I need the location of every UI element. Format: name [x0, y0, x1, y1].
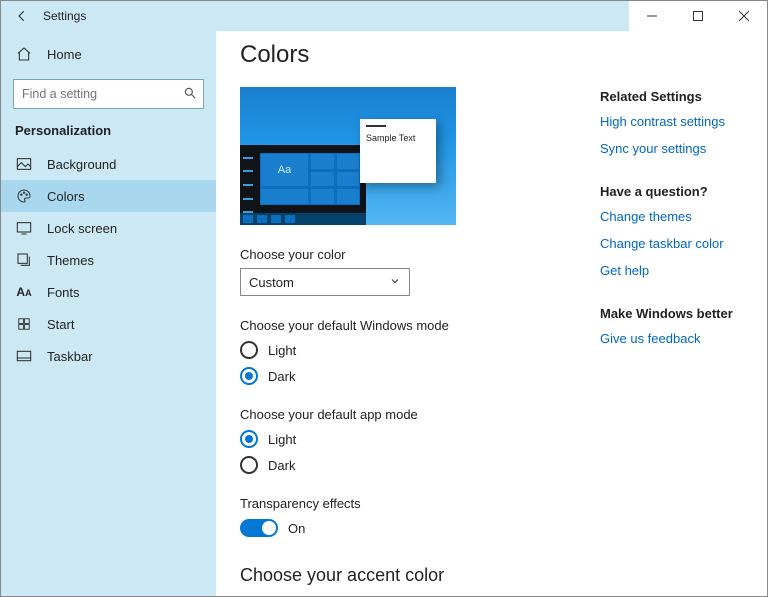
- link-get-help[interactable]: Get help: [600, 263, 749, 278]
- radio-icon: [240, 341, 258, 359]
- link-high-contrast[interactable]: High contrast settings: [600, 114, 749, 129]
- taskbar-icon: [15, 350, 33, 362]
- preview-window: Sample Text: [360, 119, 436, 183]
- radio-label: Dark: [268, 369, 295, 384]
- close-button[interactable]: [721, 1, 767, 31]
- picture-icon: [15, 157, 33, 171]
- sidebar-item-background[interactable]: Background: [1, 148, 216, 180]
- preview-sample-text: Sample Text: [366, 133, 415, 143]
- sidebar-item-themes[interactable]: Themes: [1, 244, 216, 276]
- windows-mode-label: Choose your default Windows mode: [240, 318, 570, 333]
- sidebar-home-label: Home: [47, 47, 82, 62]
- sidebar-section-label: Personalization: [1, 119, 216, 148]
- minimize-button[interactable]: [629, 1, 675, 31]
- transparency-toggle[interactable]: [240, 519, 278, 537]
- app-mode-label: Choose your default app mode: [240, 407, 570, 422]
- palette-icon: [15, 188, 33, 204]
- radio-label: Dark: [268, 458, 295, 473]
- sidebar-item-label: Themes: [47, 253, 94, 268]
- page-title: Colors: [240, 41, 749, 69]
- sidebar-home[interactable]: Home: [1, 37, 216, 71]
- choose-color-label: Choose your color: [240, 247, 570, 262]
- sidebar-item-colors[interactable]: Colors: [1, 180, 216, 212]
- sidebar-item-label: Background: [47, 157, 116, 172]
- related-heading: Related Settings: [600, 89, 749, 104]
- sidebar-item-label: Taskbar: [47, 349, 93, 364]
- preview-tile-aa: Aa: [260, 153, 309, 187]
- color-mode-select[interactable]: Custom: [240, 268, 410, 296]
- question-heading: Have a question?: [600, 184, 749, 199]
- fonts-icon: AA: [15, 285, 33, 299]
- color-preview: Aa Sample Text: [240, 87, 456, 225]
- maximize-button[interactable]: [675, 1, 721, 31]
- radio-icon: [240, 367, 258, 385]
- radio-icon: [240, 456, 258, 474]
- color-mode-value: Custom: [249, 275, 294, 290]
- search-input[interactable]: [13, 79, 204, 109]
- sidebar-item-start[interactable]: Start: [1, 308, 216, 340]
- sidebar-item-label: Start: [47, 317, 74, 332]
- search-field[interactable]: [22, 87, 183, 101]
- main-panel: Colors Aa Sample Text: [216, 31, 767, 596]
- app-mode-light[interactable]: Light: [240, 430, 570, 448]
- link-change-taskbar-color[interactable]: Change taskbar color: [600, 236, 749, 251]
- sidebar-item-taskbar[interactable]: Taskbar: [1, 340, 216, 372]
- sidebar-item-lockscreen[interactable]: Lock screen: [1, 212, 216, 244]
- window-controls: [629, 1, 767, 31]
- windows-mode-light[interactable]: Light: [240, 341, 570, 359]
- radio-icon: [240, 430, 258, 448]
- themes-icon: [15, 252, 33, 268]
- transparency-state: On: [288, 521, 305, 536]
- link-change-themes[interactable]: Change themes: [600, 209, 749, 224]
- home-icon: [15, 46, 33, 62]
- sidebar-item-label: Fonts: [47, 285, 80, 300]
- windows-mode-dark[interactable]: Dark: [240, 367, 570, 385]
- sidebar-item-fonts[interactable]: AA Fonts: [1, 276, 216, 308]
- sidebar-item-label: Lock screen: [47, 221, 117, 236]
- feedback-heading: Make Windows better: [600, 306, 749, 321]
- back-button[interactable]: [15, 9, 29, 23]
- transparency-label: Transparency effects: [240, 496, 570, 511]
- link-sync-settings[interactable]: Sync your settings: [600, 141, 749, 156]
- sidebar-item-label: Colors: [47, 189, 85, 204]
- app-mode-dark[interactable]: Dark: [240, 456, 570, 474]
- start-icon: [15, 317, 33, 331]
- accent-heading: Choose your accent color: [240, 565, 570, 586]
- lockscreen-icon: [15, 221, 33, 235]
- chevron-down-icon: [389, 275, 401, 290]
- sidebar: Home Personalization Background Colors: [1, 31, 216, 596]
- radio-label: Light: [268, 343, 296, 358]
- window-title: Settings: [43, 9, 86, 23]
- search-icon: [183, 86, 197, 103]
- link-give-feedback[interactable]: Give us feedback: [600, 331, 749, 346]
- radio-label: Light: [268, 432, 296, 447]
